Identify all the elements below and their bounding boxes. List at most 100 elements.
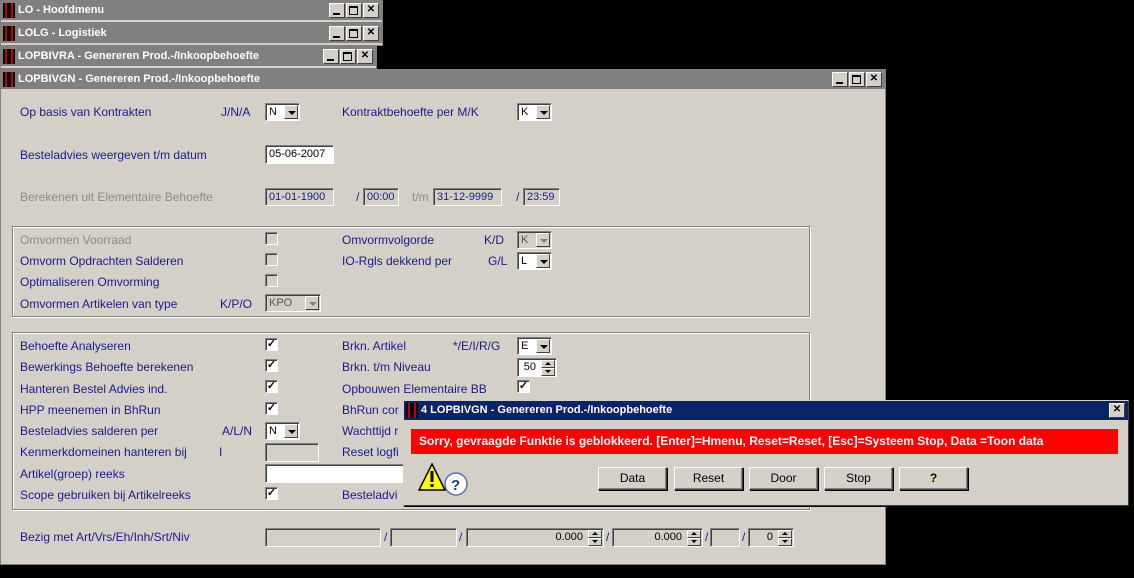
omvormen-voorraad-checkbox[interactable] (265, 232, 278, 245)
chevron-down-icon[interactable] (305, 296, 319, 310)
opbouwen-checkbox[interactable]: ✓ (517, 380, 530, 393)
brkn-artikel-select[interactable]: E (517, 337, 552, 355)
minimize-icon[interactable] (329, 26, 345, 41)
label-omvormvolgorde: Omvormvolgorde (342, 233, 435, 247)
scope-checkbox[interactable]: ✓ (265, 487, 278, 500)
chevron-down-icon[interactable] (284, 105, 298, 119)
dialog-title: 4 LOPBIVGN - Genereren Prod.-/Inkoopbeho… (421, 404, 673, 416)
spin-up-icon[interactable] (541, 360, 555, 368)
minimize-icon[interactable] (329, 3, 345, 18)
chevron-down-icon[interactable] (536, 339, 550, 353)
titlebar-lopbivgn[interactable]: LOPBIVGN - Genereren Prod.-/Inkoopbehoef… (1, 70, 885, 89)
door-button[interactable]: Door (749, 467, 818, 490)
label-omvorm-opdrachten: Omvorm Opdrachten Salderen (20, 254, 184, 268)
close-icon[interactable] (357, 49, 373, 64)
omvormen-artikelen-select[interactable]: KPO (265, 294, 321, 312)
chevron-down-icon[interactable] (284, 424, 298, 438)
label-kontrakten: Op basis van Kontrakten (20, 105, 152, 119)
behoefte-analyseren-checkbox[interactable]: ✓ (265, 338, 278, 351)
window-title: LO - Hoofdmenu (18, 4, 105, 16)
label-artikelgroep: Artikel(groep) reeks (20, 467, 125, 481)
titlebar-logistiek[interactable]: LOLG - Logistiek (1, 24, 382, 43)
bewerkings-checkbox[interactable]: ✓ (265, 359, 278, 372)
window-title: LOPBIVRA - Genereren Prod.-/Inkoopbehoef… (18, 50, 260, 62)
chevron-down-icon[interactable] (536, 254, 550, 268)
maximize-icon[interactable] (340, 49, 356, 64)
spin-down-icon (588, 538, 602, 546)
hint-omvormvolgorde: K/D (484, 233, 505, 247)
hpp-checkbox[interactable]: ✓ (265, 402, 278, 415)
iorgls-select[interactable]: L (517, 252, 552, 270)
chevron-down-icon[interactable] (536, 105, 550, 119)
minimize-icon[interactable] (832, 72, 848, 87)
from-time-input[interactable]: 00:00 (363, 188, 399, 206)
error-message: Sorry, gevraagde Funktie is geblokkeerd.… (411, 429, 1118, 454)
besteladvies-date-input[interactable]: 05-06-2007 (265, 145, 334, 164)
spin-down-icon (778, 538, 792, 546)
kontrakten-select[interactable]: N (265, 103, 300, 121)
optimaliseren-checkbox[interactable] (265, 274, 278, 287)
bezig-srt-field (710, 528, 740, 547)
chevron-down-icon[interactable] (536, 233, 550, 247)
hanteren-bestel-checkbox[interactable]: ✓ (265, 380, 278, 393)
hint-brkn-artikel: */E/I/R/G (453, 339, 501, 353)
stop-button[interactable]: Stop (824, 467, 893, 490)
to-time-input[interactable]: 23:59 (523, 188, 560, 206)
window-grip-icon (3, 49, 15, 64)
minimize-icon[interactable] (323, 49, 339, 64)
label-behoefte-analyseren: Behoefte Analyseren (20, 339, 131, 353)
warning-help-icon: ? (418, 462, 468, 496)
kontraktbehoefte-select[interactable]: K (517, 103, 552, 121)
label-reset-logfile: Reset logfi (342, 445, 399, 459)
separator: / (742, 530, 746, 544)
hint-kontrakten: J/N/A (221, 105, 251, 119)
label-besteladvies-salderen: Besteladvies salderen per (20, 424, 159, 438)
spin-down-icon[interactable] (541, 368, 555, 376)
from-date-input[interactable]: 01-01-1900 (265, 188, 334, 206)
label-bewerkings: Bewerkings Behoefte berekenen (20, 360, 194, 374)
label-omvormen-artikelen: Omvormen Artikelen van type (20, 297, 178, 311)
separator: / (459, 530, 463, 544)
data-button[interactable]: Data (598, 467, 667, 490)
brkn-niveau-stepper[interactable]: 50 (517, 358, 557, 377)
label-hanteren-bestel: Hanteren Bestel Advies ind. (20, 382, 168, 396)
maximize-icon[interactable] (346, 3, 362, 18)
omvorm-opdrachten-checkbox[interactable] (265, 253, 278, 266)
window-title: LOPBIVGN - Genereren Prod.-/Inkoopbehoef… (18, 73, 261, 85)
close-icon[interactable] (363, 3, 379, 18)
label-kontraktbehoefte: Kontraktbehoefte per M/K (342, 105, 479, 119)
help-button[interactable]: ? (899, 467, 968, 490)
spin-up-icon (778, 530, 792, 538)
label-opbouwen: Opbouwen Elementaire BB (342, 382, 487, 396)
hint-omvormen-artikelen: K/P/O (220, 297, 253, 311)
spin-down-icon (687, 538, 701, 546)
kenmerk-input[interactable] (265, 443, 319, 462)
window-grip-icon (3, 3, 15, 18)
separator: / (705, 530, 709, 544)
label-hpp: HPP meenemen in BhRun (20, 403, 161, 417)
omvormvolgorde-select[interactable]: K (517, 231, 552, 249)
close-icon[interactable] (1109, 403, 1125, 418)
spin-up-icon (588, 530, 602, 538)
label-besteladvi: Besteladvi (342, 488, 398, 502)
hint-iorgls: G/L (488, 254, 508, 268)
window-grip-icon (406, 403, 418, 418)
label-brkn-artikel: Brkn. Artikel (342, 339, 407, 353)
artikelgroep-input[interactable] (265, 464, 410, 483)
besteladvies-salderen-select[interactable]: N (265, 422, 300, 440)
window-grip-icon (3, 72, 15, 87)
label-optimaliseren: Optimaliseren Omvorming (20, 275, 160, 289)
close-icon[interactable] (363, 26, 379, 41)
maximize-icon[interactable] (849, 72, 865, 87)
dialog-titlebar[interactable]: 4 LOPBIVGN - Genereren Prod.-/Inkoopbeho… (404, 401, 1128, 420)
titlebar-hoofdmenu[interactable]: LO - Hoofdmenu (1, 1, 382, 20)
maximize-icon[interactable] (346, 26, 362, 41)
close-icon[interactable] (866, 72, 882, 87)
separator: / (606, 530, 610, 544)
hint-besteladvies-salderen: A/L/N (222, 424, 253, 438)
titlebar-lopbivra[interactable]: LOPBIVRA - Genereren Prod.-/Inkoopbehoef… (1, 47, 376, 66)
bezig-eh-stepper: 0.000 (466, 528, 604, 547)
to-date-input[interactable]: 31-12-9999 (433, 188, 502, 206)
separator: / (384, 530, 388, 544)
reset-button[interactable]: Reset (674, 467, 743, 490)
